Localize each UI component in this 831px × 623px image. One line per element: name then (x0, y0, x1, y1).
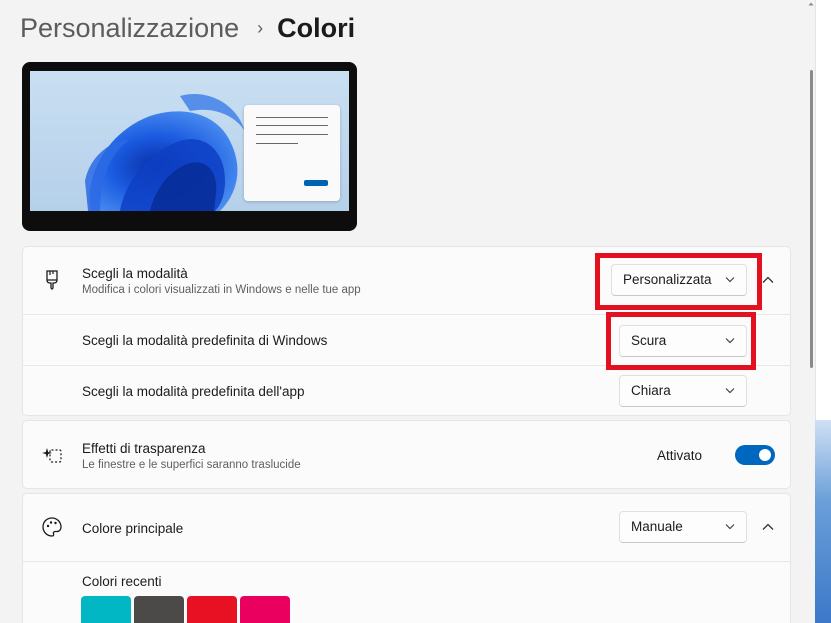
chevron-down-icon (725, 524, 735, 530)
accent-title: Colore principale (82, 521, 184, 536)
transparency-toggle-label: Attivato (657, 448, 703, 463)
accent-row[interactable]: Colore principale Manuale (23, 494, 790, 561)
chevron-down-icon (725, 338, 735, 344)
windows-mode-label: Scegli la modalità predefinita di Window… (82, 333, 328, 348)
app-mode-label: Scegli la modalità predefinita dell'app (82, 384, 305, 399)
accent-dropdown-value: Manuale (631, 519, 683, 534)
mode-dropdown[interactable]: Personalizzata (611, 264, 747, 296)
breadcrumb-parent-link[interactable]: Personalizzazione (20, 13, 239, 44)
recent-color-swatch[interactable] (81, 596, 131, 623)
preview-window (244, 105, 340, 201)
windows-mode-value: Scura (631, 333, 667, 348)
breadcrumb: Personalizzazione › Colori (20, 8, 355, 48)
recent-color-swatch[interactable] (187, 596, 237, 623)
preview-wallpaper (30, 71, 349, 211)
accent-dropdown[interactable]: Manuale (619, 511, 747, 543)
background-window-edge (815, 420, 831, 623)
chevron-down-icon (725, 277, 735, 283)
transparency-card: Effetti di trasparenza Le finestre e le … (22, 420, 791, 489)
palette-icon (42, 517, 62, 537)
windows-mode-row: Scegli la modalità predefinita di Window… (23, 314, 790, 365)
recent-colors-label: Colori recenti (82, 574, 162, 589)
accent-card: Colore principale Manuale Colori recenti (22, 493, 791, 623)
app-mode-row: Scegli la modalità predefinita dell'app … (23, 365, 790, 417)
transparency-title: Effetti di trasparenza (82, 441, 206, 456)
mode-subtitle: Modifica i colori visualizzati in Window… (82, 284, 361, 296)
app-mode-value: Chiara (631, 383, 671, 398)
mode-dropdown-value: Personalizzata (623, 272, 712, 287)
paintbrush-icon (46, 270, 58, 290)
theme-preview (22, 62, 357, 231)
sparkle-icon (42, 448, 62, 463)
scroll-up-arrow-icon[interactable] (808, 1, 814, 7)
scrollbar-thumb[interactable] (810, 70, 813, 368)
recent-color-swatch[interactable] (240, 596, 290, 623)
windows-mode-dropdown[interactable]: Scura (619, 325, 747, 357)
transparency-toggle[interactable] (735, 445, 775, 465)
chevron-down-icon (725, 388, 735, 394)
chevron-up-icon[interactable] (758, 270, 778, 290)
mode-title: Scegli la modalità (82, 266, 188, 281)
mode-row[interactable]: Scegli la modalità Modifica i colori vis… (23, 247, 790, 314)
recent-colors-list (81, 596, 290, 623)
transparency-subtitle: Le finestre e le superfici saranno trasl… (82, 459, 301, 471)
chevron-right-icon: › (257, 17, 264, 38)
chevron-up-icon[interactable] (758, 517, 778, 537)
app-mode-dropdown[interactable]: Chiara (619, 375, 747, 407)
page-title: Colori (277, 12, 356, 43)
recent-color-swatch[interactable] (134, 596, 184, 623)
mode-card: Scegli la modalità Modifica i colori vis… (22, 246, 791, 416)
toggle-knob (759, 449, 771, 461)
